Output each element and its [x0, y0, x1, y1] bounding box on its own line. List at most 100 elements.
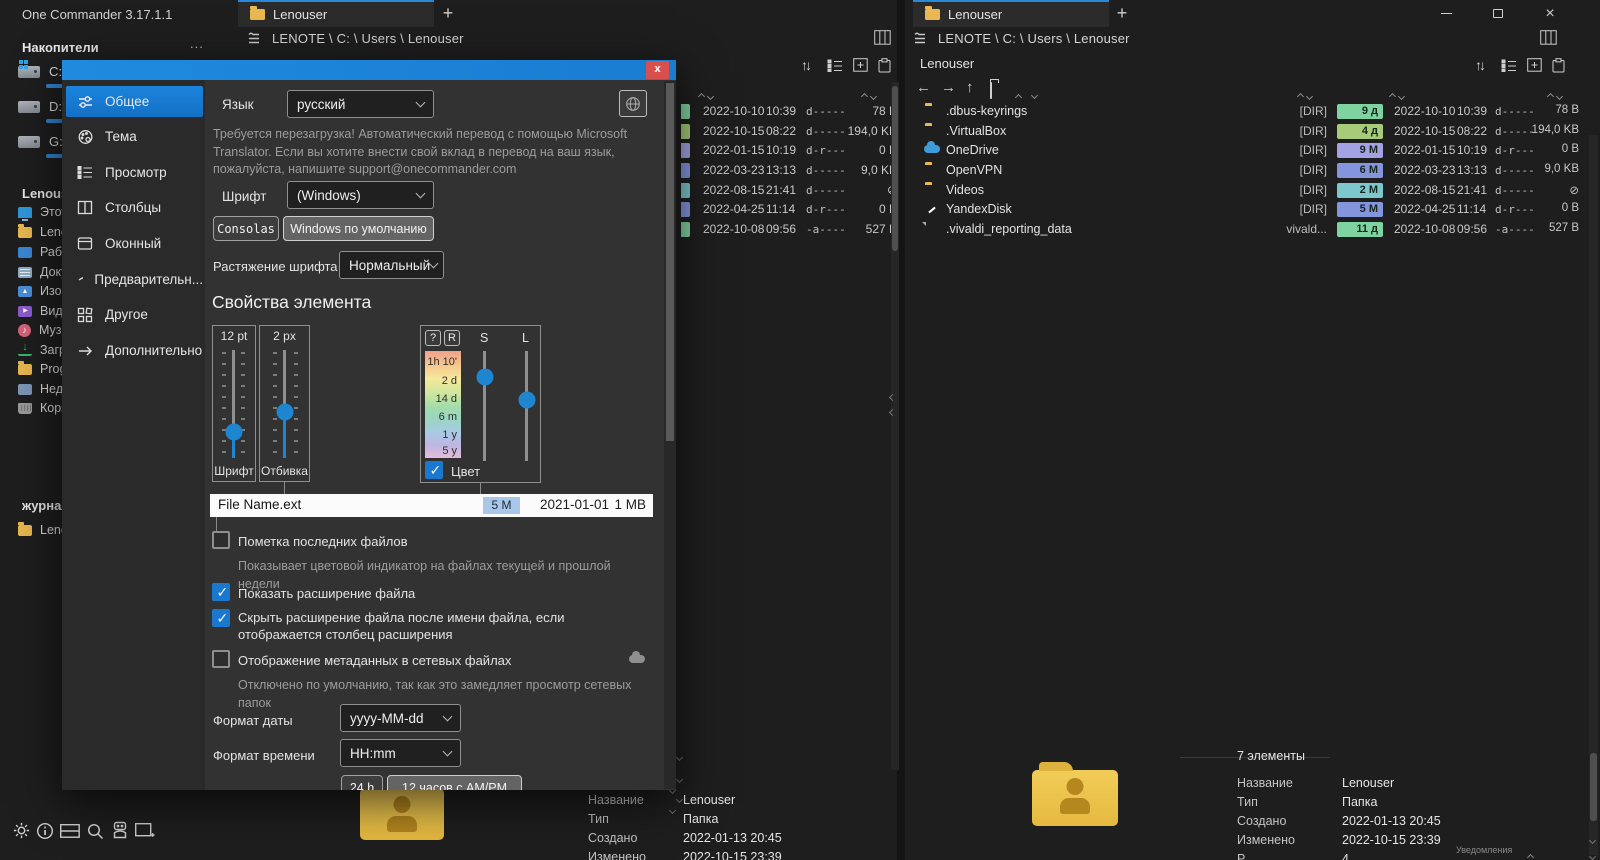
- new-window-icon[interactable]: [135, 822, 155, 839]
- help-button[interactable]: ?: [425, 330, 441, 346]
- up-icon[interactable]: ↑: [966, 79, 974, 96]
- nav-view[interactable]: Просмотр: [66, 157, 203, 188]
- sidebar-item-programs[interactable]: Prog: [18, 360, 66, 378]
- back-icon[interactable]: ←: [916, 79, 931, 96]
- file-row[interactable]: OneDrive [DIR] 9 М 2022-01-15 10:19 d-r-…: [905, 141, 1595, 160]
- nav-theme[interactable]: Тема: [66, 121, 203, 152]
- dialog-scrollbar-thumb[interactable]: [666, 83, 674, 441]
- nav-advanced[interactable]: Дополнительно: [66, 335, 203, 366]
- sidebar-item-lenouser[interactable]: Leno: [18, 223, 68, 241]
- time-ampm-button[interactable]: 12 часов с AM/PM: [387, 775, 522, 790]
- lightness-slider-thumb[interactable]: [518, 391, 535, 409]
- tab-lenouser-left[interactable]: Lenouser: [238, 0, 434, 27]
- sidebar-item-downloads[interactable]: Загр: [18, 341, 66, 359]
- collapse-handle-icon[interactable]: [888, 388, 897, 418]
- menu-icon[interactable]: [912, 32, 928, 45]
- drives-menu-button[interactable]: ...: [190, 36, 204, 51]
- columns-layout-icon[interactable]: [1540, 30, 1557, 45]
- slider-track[interactable]: [232, 350, 235, 432]
- file-row[interactable]: YandexDisk [DIR] 5 М 2022-04-25 11:14 d-…: [905, 200, 1595, 219]
- nav-preview[interactable]: Предварительн...: [66, 264, 203, 295]
- network-metadata-checkbox[interactable]: [212, 650, 230, 668]
- column-sort-icons[interactable]: [1546, 87, 1563, 102]
- forward-icon[interactable]: →: [941, 79, 956, 96]
- file-row[interactable]: 2022-03-23 13:13 d----- 9,0 KB: [676, 161, 900, 180]
- sidebar-item-recycle-bin[interactable]: Корз: [18, 399, 67, 417]
- new-tab-button[interactable]: +: [436, 3, 460, 25]
- padding-slider-thumb[interactable]: [276, 403, 293, 421]
- sidebar-item-music[interactable]: Муз: [18, 321, 62, 339]
- restore-button[interactable]: [1480, 0, 1516, 27]
- info-icon[interactable]: [36, 822, 54, 840]
- column-sort-icons[interactable]: [1388, 87, 1405, 102]
- color-checkbox[interactable]: [425, 461, 443, 479]
- saturation-slider-track[interactable]: [483, 351, 486, 461]
- sort-icon[interactable]: ↑↓: [1475, 57, 1486, 73]
- file-row[interactable]: 2022-01-15 10:19 d-r--- 0 B: [676, 141, 900, 160]
- date-format-select[interactable]: yyyy-MM-dd: [340, 704, 461, 732]
- add-panel-icon[interactable]: [853, 58, 868, 72]
- scrollbar-thumb[interactable]: [1590, 753, 1597, 821]
- sort-direction-down-icon[interactable]: [1030, 86, 1039, 101]
- scrollbar[interactable]: [1589, 135, 1598, 855]
- hide-extension-checkbox[interactable]: [212, 609, 230, 627]
- nav-general[interactable]: Общее: [66, 86, 203, 117]
- search-icon[interactable]: [86, 822, 104, 840]
- sort-direction-up-icon[interactable]: [1014, 88, 1023, 103]
- dialog-titlebar[interactable]: [62, 60, 676, 80]
- show-extension-checkbox[interactable]: [212, 583, 230, 601]
- drive-item[interactable]: D:: [18, 99, 62, 114]
- sidebar-item-this-pc[interactable]: Этот: [18, 203, 67, 221]
- file-row[interactable]: .VirtualBox [DIR] 4 д 2022-10-15 08:22 d…: [905, 122, 1595, 141]
- nav-columns[interactable]: Столбцы: [66, 192, 203, 223]
- saturation-slider-thumb[interactable]: [476, 368, 493, 386]
- chevron-down-icon[interactable]: [668, 770, 687, 795]
- file-row[interactable]: OpenVPN [DIR] 6 М 2022-03-23 13:13 d----…: [905, 161, 1595, 180]
- dialog-close-button[interactable]: x: [646, 61, 669, 79]
- sort-asc-icon[interactable]: [860, 87, 877, 102]
- time-24h-button[interactable]: 24 h: [341, 775, 383, 790]
- mark-recent-files-checkbox[interactable]: [212, 531, 230, 549]
- list-view-icon[interactable]: [1501, 59, 1517, 72]
- menu-icon[interactable]: [246, 32, 262, 45]
- nav-other[interactable]: Другое: [66, 299, 203, 330]
- language-select[interactable]: русский: [287, 90, 434, 118]
- sort-asc-icon[interactable]: [697, 87, 714, 102]
- clipboard-icon[interactable]: [878, 58, 891, 73]
- file-row[interactable]: Videos [DIR] 2 М 2022-08-15 21:41 d-----…: [905, 181, 1595, 200]
- close-window-button[interactable]: ×: [1532, 0, 1568, 27]
- file-row[interactable]: 2022-10-15 08:22 d----- 194,0 KB: [676, 122, 900, 141]
- new-tab-button-right[interactable]: +: [1110, 3, 1134, 25]
- chevron-up-icon[interactable]: [1526, 848, 1535, 860]
- font-size-slider-thumb[interactable]: [225, 423, 242, 441]
- sort-icon[interactable]: ↑↓: [801, 57, 812, 73]
- breadcrumb[interactable]: LENOTE \ C: \ Users \ Lenouser: [272, 31, 464, 46]
- minimize-button[interactable]: [1428, 0, 1464, 27]
- columns-layout-icon[interactable]: [874, 30, 891, 45]
- sidebar-item-documents[interactable]: Доку: [18, 263, 67, 281]
- assistant-robot-icon[interactable]: [110, 821, 130, 840]
- list-view-icon[interactable]: [827, 59, 843, 72]
- sidebar-item-recent[interactable]: Нед: [18, 380, 63, 398]
- settings-gear-icon[interactable]: [12, 821, 31, 840]
- scrollbar-thumb[interactable]: [892, 86, 898, 251]
- drive-item[interactable]: G:: [18, 134, 63, 149]
- tab-lenouser-right[interactable]: Lenouser: [913, 0, 1109, 27]
- file-row[interactable]: .vivaldi_reporting_data vivald... 11 д 2…: [905, 220, 1595, 239]
- drive-item[interactable]: C:: [18, 59, 62, 79]
- file-row[interactable]: 2022-10-08 09:56 -a---- 527 B: [676, 220, 900, 239]
- chevron-down-icon[interactable]: [1588, 831, 1597, 846]
- chevron-down-icon[interactable]: [1588, 847, 1597, 860]
- file-row[interactable]: 2022-10-10 10:39 d----- 78 B: [676, 102, 900, 121]
- translate-globe-button[interactable]: [619, 90, 647, 117]
- notifications-toggle[interactable]: Уведомления: [1456, 845, 1512, 855]
- chevron-down-icon[interactable]: [668, 748, 687, 773]
- folder-up-icon[interactable]: [990, 82, 992, 99]
- horizontal-split-icon[interactable]: [60, 824, 80, 838]
- file-row[interactable]: .dbus-keyrings [DIR] 9 д 2022-10-10 10:3…: [905, 102, 1595, 121]
- dialog-scrollbar[interactable]: [664, 81, 676, 789]
- font-select[interactable]: (Windows): [287, 181, 434, 209]
- column-sort-icons[interactable]: [1296, 87, 1313, 102]
- sidebar-item-journal-lenouser[interactable]: Leno: [18, 521, 68, 539]
- reset-button[interactable]: R: [444, 330, 460, 346]
